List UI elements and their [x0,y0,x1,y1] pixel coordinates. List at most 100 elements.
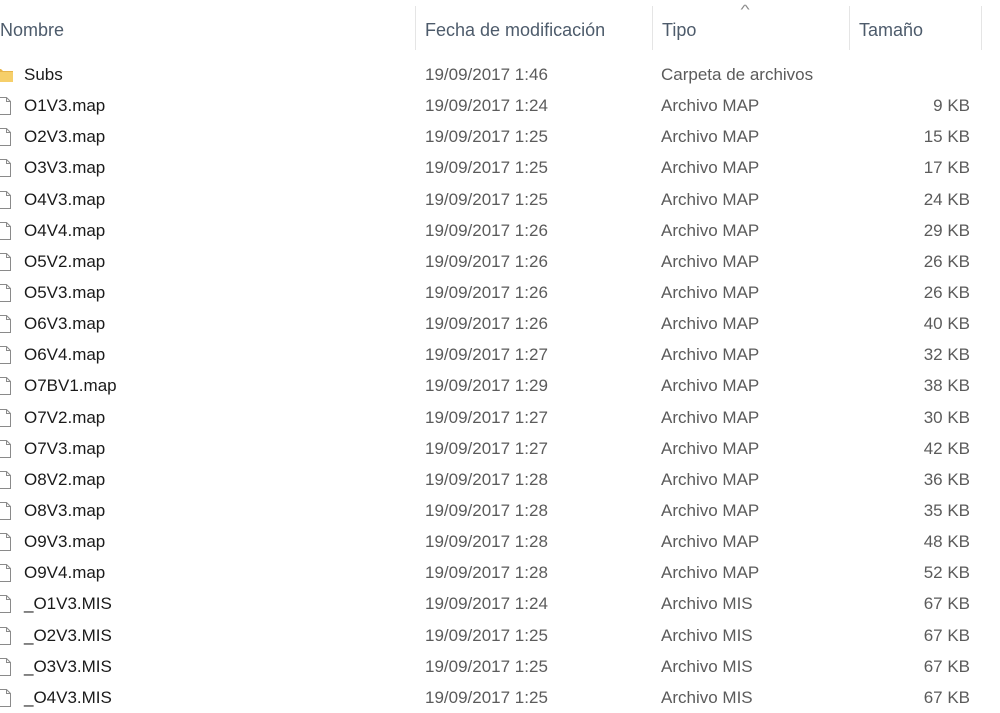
file-type: Archivo MAP [661,407,760,427]
file-name: O4V3.map [24,189,106,209]
column-header-size[interactable]: Tamaño [849,6,982,50]
file-row[interactable]: O2V3.map 19/09/2017 1:25 Archivo MAP 15 KB [0,121,1000,152]
file-name: O5V3.map [24,282,106,302]
file-row[interactable]: O7BV1.map 19/09/2017 1:29 Archivo MAP 38 KB [0,370,1000,401]
file-row[interactable]: _O4V3.MIS 19/09/2017 1:25 Archivo MIS 67 KB [0,682,1000,713]
file-date: 19/09/2017 1:27 [425,345,548,365]
file-type: Archivo MAP [661,532,760,552]
file-size: 67 KB [923,594,970,614]
file-name: _O3V3.MIS [24,656,112,676]
file-name: O7BV1.map [24,376,117,396]
file-date: 19/09/2017 1:26 [425,251,548,271]
file-size [860,59,970,90]
file-icon [0,439,14,459]
file-name: O7V2.map [24,407,106,427]
file-row[interactable]: _O1V3.MIS 19/09/2017 1:24 Archivo MIS 67 KB [0,588,1000,619]
column-header-name[interactable]: Nombre [0,6,415,50]
file-row[interactable]: O6V3.map 19/09/2017 1:26 Archivo MAP 40 KB [0,308,1000,339]
column-header-date[interactable]: Fecha de modificación [415,6,653,50]
file-row[interactable]: _O3V3.MIS 19/09/2017 1:25 Archivo MIS 67 KB [0,651,1000,682]
file-type: Archivo MAP [661,189,760,209]
file-date: 19/09/2017 1:27 [425,438,548,458]
file-name: O8V2.map [24,469,106,489]
file-row[interactable]: O6V4.map 19/09/2017 1:27 Archivo MAP 32 KB [0,339,1000,370]
file-icon [0,563,14,583]
file-row[interactable]: O8V2.map 19/09/2017 1:28 Archivo MAP 36 KB [0,464,1000,495]
file-name: O2V3.map [24,127,106,147]
file-size: 32 KB [923,345,970,365]
file-type: Archivo MAP [661,345,760,365]
file-date: 19/09/2017 1:25 [425,687,548,707]
file-size: 24 KB [923,189,970,209]
file-icon [0,221,14,241]
file-row[interactable]: O9V3.map 19/09/2017 1:28 Archivo MAP 48 KB [0,526,1000,557]
file-icon [0,376,14,396]
file-row[interactable]: O9V4.map 19/09/2017 1:28 Archivo MAP 52 KB [0,557,1000,588]
file-size: 26 KB [923,251,970,271]
file-size: 36 KB [923,469,970,489]
file-size: 17 KB [923,158,970,178]
file-icon [0,314,14,334]
file-icon [0,688,14,708]
file-icon [0,594,14,614]
file-type: Archivo MIS [661,687,753,707]
file-type: Archivo MIS [661,625,753,645]
file-type: Archivo MAP [661,563,760,583]
file-size: 9 KB [933,96,970,116]
file-icon [0,190,14,210]
file-name: _O2V3.MIS [24,625,112,645]
file-size: 52 KB [923,563,970,583]
file-icon [0,158,14,178]
file-date: 19/09/2017 1:25 [425,625,548,645]
file-size: 29 KB [923,220,970,240]
column-divider[interactable] [981,6,982,50]
file-date: 19/09/2017 1:26 [425,282,548,302]
file-icon [0,657,14,677]
file-icon [0,532,14,552]
file-type: Archivo MAP [661,96,760,116]
file-type: Archivo MAP [661,314,760,334]
file-icon [0,127,14,147]
file-date: 19/09/2017 1:28 [425,500,548,520]
file-row[interactable]: O4V4.map 19/09/2017 1:26 Archivo MAP 29 KB [0,215,1000,246]
file-type: Archivo MIS [661,656,753,676]
file-icon [0,501,14,521]
file-name: O6V4.map [24,345,106,365]
file-size: 15 KB [923,127,970,147]
file-date: 19/09/2017 1:26 [425,220,548,240]
file-name: O9V4.map [24,563,106,583]
file-date: 19/09/2017 1:28 [425,532,548,552]
file-type: Archivo MAP [661,282,760,302]
file-row[interactable]: O5V3.map 19/09/2017 1:26 Archivo MAP 26 KB [0,277,1000,308]
file-type: Archivo MAP [661,376,760,396]
file-name: O6V3.map [24,314,106,334]
file-size: 48 KB [923,532,970,552]
file-name: _O4V3.MIS [24,687,112,707]
file-name: O7V3.map [24,438,106,458]
column-header-type[interactable]: Tipo [652,6,850,50]
file-type: Archivo MAP [661,469,760,489]
file-name: O1V3.map [24,96,106,116]
file-icon [0,283,14,303]
file-row[interactable]: O4V3.map 19/09/2017 1:25 Archivo MAP 24 KB [0,184,1000,215]
file-row[interactable]: O3V3.map 19/09/2017 1:25 Archivo MAP 17 KB [0,152,1000,183]
file-icon [0,408,14,428]
file-date: 19/09/2017 1:25 [425,127,548,147]
file-name: Subs [24,65,63,84]
file-type: Archivo MIS [661,594,753,614]
file-size: 40 KB [923,314,970,334]
file-row[interactable]: O8V3.map 19/09/2017 1:28 Archivo MAP 35 KB [0,495,1000,526]
file-row[interactable]: O5V2.map 19/09/2017 1:26 Archivo MAP 26 KB [0,246,1000,277]
file-row[interactable]: O1V3.map 19/09/2017 1:24 Archivo MAP 9 KB [0,90,1000,121]
file-date: 19/09/2017 1:25 [425,189,548,209]
file-type: Archivo MAP [661,220,760,240]
folder-row[interactable]: Subs 19/09/2017 1:46 Carpeta de archivos [0,59,1000,90]
file-size: 26 KB [923,282,970,302]
file-row[interactable]: O7V3.map 19/09/2017 1:27 Archivo MAP 42 KB [0,433,1000,464]
file-row[interactable]: O7V2.map 19/09/2017 1:27 Archivo MAP 30 KB [0,402,1000,433]
file-date: 19/09/2017 1:27 [425,407,548,427]
folder-icon [0,65,14,85]
file-size: 42 KB [923,438,970,458]
file-row[interactable]: _O2V3.MIS 19/09/2017 1:25 Archivo MIS 67 KB [0,620,1000,651]
file-type: Archivo MAP [661,127,760,147]
